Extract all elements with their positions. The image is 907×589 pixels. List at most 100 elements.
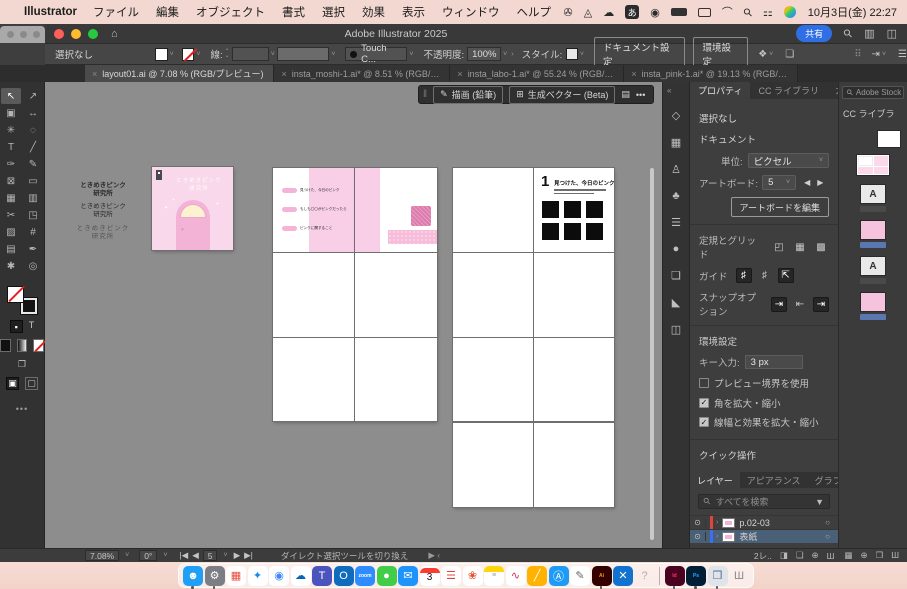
layer-name[interactable]: p.02-03	[739, 518, 770, 528]
reminders-icon[interactable]: ☰	[441, 566, 461, 586]
artboard-p03[interactable]	[355, 168, 437, 252]
width-tool[interactable]: ↔	[23, 105, 43, 121]
screen-sharing-icon[interactable]: ❒	[708, 566, 728, 586]
target-circle-icon[interactable]: ○	[825, 532, 830, 541]
artboard-p02[interactable]: 見つけた、今日のピンクもしも〇〇がピンクだったらピンクに関すること	[273, 168, 355, 252]
document-tab[interactable]: ×layout01.ai @ 7.08 % (RGB/プレビュー)	[85, 65, 274, 82]
visibility-eye-icon[interactable]: ⊙	[690, 518, 706, 527]
artboard-blank[interactable]	[453, 168, 533, 252]
trash-icon[interactable]: Ш	[729, 566, 749, 586]
layer-row[interactable]: ⊙›表紙○	[690, 529, 838, 543]
menu-item[interactable]: 選択	[322, 4, 345, 20]
panel-shapes-icon[interactable]: ♣	[672, 190, 679, 202]
preference-checkbox[interactable]: ✓角を拡大・縮小	[699, 396, 829, 410]
brush-definition-dropdown[interactable]: Touch C...	[345, 47, 407, 61]
mesh-tool[interactable]: #	[23, 224, 43, 240]
panel-trace-icon[interactable]: ◫	[671, 323, 681, 336]
document-tab[interactable]: ×insta_labo-1.ai* @ 55.24 % (RGB/…	[450, 65, 624, 82]
artboard-blank[interactable]	[355, 338, 437, 421]
type-tool[interactable]: T	[1, 139, 21, 155]
document-tab[interactable]: ×insta_moshi-1.ai* @ 8.51 % (RGB/…	[274, 65, 450, 82]
close-tab-icon[interactable]: ×	[457, 69, 462, 79]
snap-point-icon[interactable]: ⇥	[813, 297, 829, 312]
free-transform-tool[interactable]: ◳	[23, 207, 43, 223]
antivirus-icon[interactable]: ✇	[564, 6, 573, 19]
panel-pattern-icon[interactable]: ▦	[671, 136, 681, 149]
onedrive-icon[interactable]: ☁	[291, 566, 311, 586]
draw-normal-icon[interactable]: ▣	[6, 377, 19, 390]
list-item[interactable]: ピンクに関すること	[282, 226, 332, 231]
preference-checkbox[interactable]: ✓線幅と効果を拡大・縮小	[699, 415, 829, 429]
artboard-blank[interactable]	[273, 338, 355, 421]
scratch-text[interactable]: ときめきピンク 研究所	[63, 182, 143, 198]
search-icon[interactable]: ⚲	[841, 26, 856, 41]
close-tab-icon[interactable]: ×	[281, 69, 286, 79]
cover-title[interactable]: ときめきピンク 研究所	[173, 177, 225, 194]
stroke-weight-stepper[interactable]: ⌃⌄	[225, 50, 230, 58]
hint-expand-icon[interactable]: ▶ ‹	[428, 550, 440, 561]
zoom-level-dropdown[interactable]: 7.08%	[85, 550, 119, 561]
artboard-blank[interactable]	[534, 253, 614, 337]
line-tool[interactable]: ╱	[23, 139, 43, 155]
draw-mode-icon[interactable]: ❐	[16, 358, 29, 371]
door-illustration[interactable]: ♥	[176, 200, 210, 250]
layers-search-input[interactable]: ⚲ すべてを検索 ▼	[698, 494, 830, 509]
library-item[interactable]	[877, 130, 901, 148]
expand-layer-icon[interactable]: ›	[716, 533, 718, 540]
draw-pencil-button[interactable]: ✎描画 (鉛筆)	[433, 86, 503, 104]
input-ja-icon[interactable]: あ	[625, 5, 639, 19]
library-item[interactable]: A	[860, 184, 886, 212]
type-swatch-icon[interactable]: T	[29, 320, 35, 333]
preference-checkbox[interactable]: プレビュー境界を使用	[699, 376, 829, 390]
filter-icon[interactable]: ▼	[815, 497, 824, 507]
list-item[interactable]: 見つけた、今日のピンク	[282, 188, 340, 193]
artboard-blank[interactable]	[534, 423, 614, 507]
snap-grid-icon[interactable]: ⇥	[771, 297, 787, 312]
tab-cc-libraries[interactable]: CC ライブラリ	[750, 82, 827, 99]
notes-icon[interactable]: ≡	[484, 566, 504, 586]
lock-guides-icon[interactable]: ♯	[757, 268, 773, 283]
color-button[interactable]	[0, 339, 11, 352]
system-settings-icon[interactable]: ⚙	[205, 566, 225, 586]
taskbar-drag-handle[interactable]: ‖	[423, 89, 427, 100]
teams-icon[interactable]: T	[312, 566, 332, 586]
scratch-text-variants[interactable]: ときめきピンク 研究所ときめきピンク 研究所ときめきピンク 研究所	[63, 182, 143, 246]
prev-artboard-icon[interactable]: ◀	[192, 550, 199, 561]
shaper-tool[interactable]: ⊠	[1, 173, 21, 189]
library-item[interactable]	[860, 292, 886, 320]
panel-artboard-icon[interactable]: ◣	[672, 296, 680, 309]
pencil-app-icon[interactable]: ╱	[527, 566, 547, 586]
menu-item[interactable]: 表示	[402, 4, 425, 20]
gradient-button[interactable]	[17, 339, 28, 352]
fill-indicator[interactable]	[7, 286, 24, 303]
artboard-cover[interactable]: ときめきピンク 研究所 ✦ + + ✦ ♥	[152, 167, 233, 250]
canvas[interactable]: ‖ ✎描画 (鉛筆) ⊞生成ベクター (Beta) ▤ ••• ときめきピンク …	[45, 82, 662, 548]
arrange-documents-icon[interactable]: ▥	[864, 27, 874, 40]
artboard-blank[interactable]	[453, 253, 533, 337]
menu-item[interactable]: ファイル	[93, 4, 139, 20]
safari-icon[interactable]: ✦	[248, 566, 268, 586]
rainbow-icon[interactable]	[784, 6, 796, 18]
library-grid-icon[interactable]: ▦	[844, 550, 852, 561]
grid-tool[interactable]: ▦	[1, 190, 21, 206]
lasso-tool[interactable]: ◌	[23, 122, 43, 138]
library-add-icon[interactable]: ⊕	[860, 550, 867, 561]
panel-export-icon[interactable]: ❏	[671, 269, 681, 282]
artboard-tool[interactable]: ▣	[1, 105, 21, 121]
first-artboard-icon[interactable]: |◀	[179, 550, 188, 561]
style-swatch[interactable]	[566, 48, 578, 60]
photoshop-icon[interactable]: Ps	[686, 566, 706, 586]
library-delete-icon[interactable]: Ш	[891, 550, 899, 561]
artboard-blank[interactable]	[534, 338, 614, 421]
control-menu-icon[interactable]: ☰	[898, 49, 907, 60]
isolate-icon[interactable]: ❖	[758, 49, 767, 60]
chrome-icon[interactable]: ◉	[269, 566, 289, 586]
wifi-icon[interactable]: ⌒	[722, 4, 733, 20]
variable-width-profile-dropdown[interactable]	[277, 47, 330, 61]
artboard-p05[interactable]: 1 見つけた、今日のピンク	[534, 168, 614, 252]
align-glyph-icon[interactable]: ⇥	[872, 49, 880, 60]
make-mask-icon[interactable]: ◨	[780, 550, 788, 561]
magic-wand-tool[interactable]: ✳	[1, 122, 21, 138]
artboard-nav-dropdown[interactable]: 5	[203, 550, 218, 561]
menu-item[interactable]: 効果	[362, 4, 385, 20]
